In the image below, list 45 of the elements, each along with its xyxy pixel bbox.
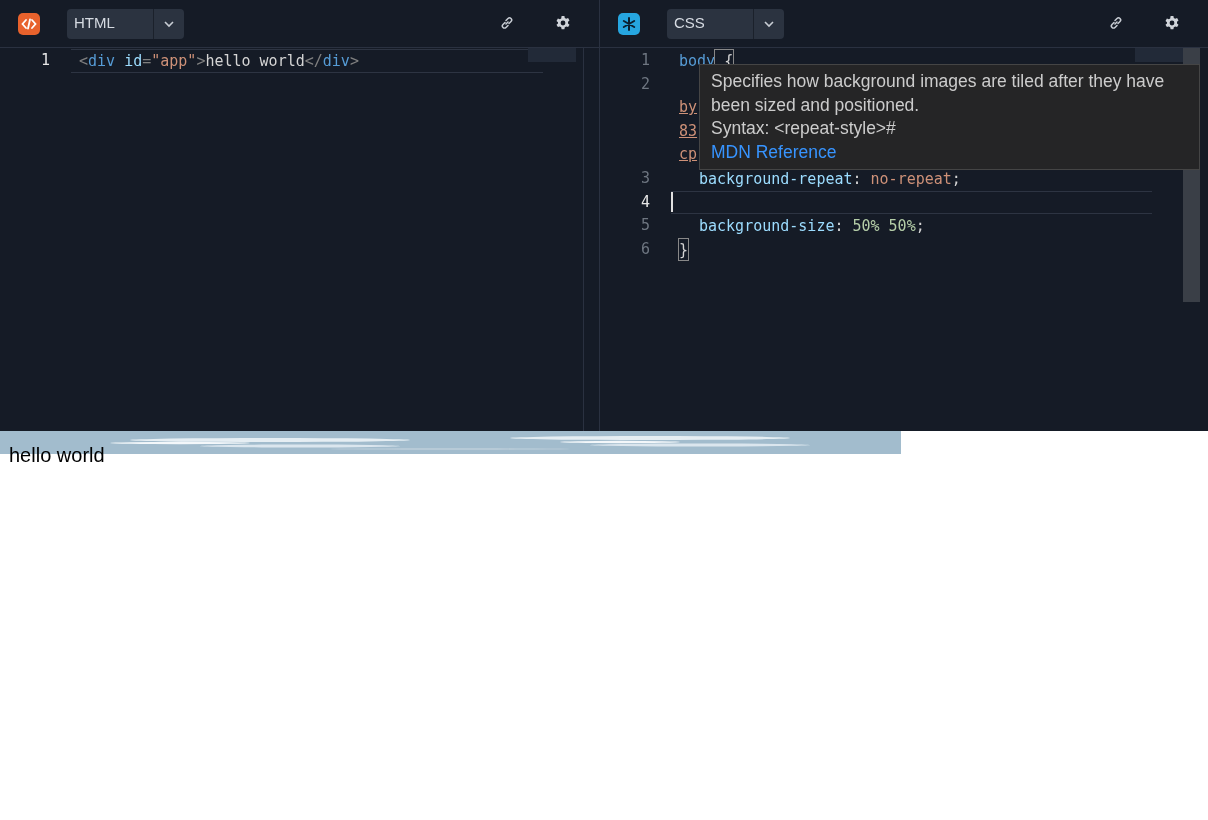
code-token: :	[852, 168, 862, 190]
tooltip-syntax: Syntax: <repeat-style>#	[711, 117, 897, 140]
code-token: "app"	[151, 51, 197, 72]
code-token: =	[142, 51, 152, 72]
caret-icon	[163, 19, 175, 28]
code-token: div	[88, 51, 116, 72]
line-number: 1	[39, 50, 51, 71]
line-number: 2	[639, 73, 651, 95]
tooltip-description: Specifies how background images are tiled after they have been sized and positioned.	[711, 70, 1166, 117]
code-token: hello world	[205, 51, 305, 72]
line-number: 6	[639, 238, 651, 260]
code-token: 50%	[887, 216, 916, 237]
line-number: 5	[639, 215, 651, 237]
code-token: >	[196, 51, 206, 72]
settings-icon	[1164, 14, 1180, 31]
language-select[interactable]: CSS	[667, 8, 784, 39]
code-token: 83	[679, 120, 698, 142]
code-token: id	[123, 51, 143, 72]
text-cursor	[671, 191, 673, 212]
code-token: ;	[915, 216, 925, 237]
caret-icon	[763, 19, 775, 28]
code-token: background-size	[699, 216, 835, 237]
code-token: div	[322, 51, 350, 72]
bracket: }	[679, 238, 689, 261]
line-number: 1	[639, 50, 651, 71]
code-token: 50%	[851, 216, 880, 237]
mdn-reference-link[interactable]: MDN Reference	[711, 141, 837, 162]
line-number: 4	[639, 191, 651, 213]
code-token: no-repeat	[869, 168, 952, 190]
code-token: :	[834, 216, 844, 237]
settings-icon	[555, 14, 571, 31]
link-icon	[499, 14, 515, 31]
preview-text: hello world	[9, 443, 105, 467]
code-token: >	[349, 51, 359, 72]
code-token: cp	[679, 144, 698, 166]
link-icon	[1108, 14, 1124, 31]
code-icon	[18, 12, 40, 35]
code-token: ;	[951, 168, 961, 190]
asterisk-icon	[618, 12, 640, 35]
code-token: background-repeat	[699, 168, 853, 190]
language-select[interactable]: HTML	[67, 8, 184, 39]
code-token: by	[679, 97, 698, 119]
code-token: </	[304, 51, 323, 72]
line-number: 3	[639, 167, 651, 189]
code-token: <	[79, 51, 89, 72]
